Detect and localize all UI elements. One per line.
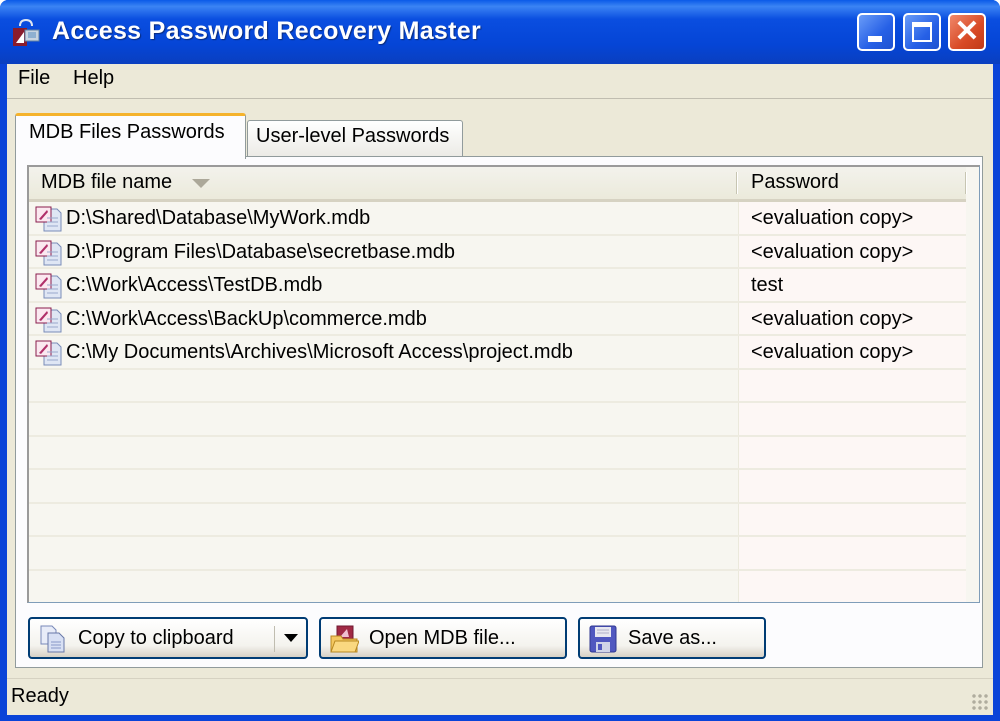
title-bar[interactable]: Access Password Recovery Master ✕: [0, 0, 1000, 64]
tab-user-level-passwords[interactable]: User-level Passwords: [247, 120, 463, 156]
empty-table-row: [29, 570, 966, 602]
status-text: Ready: [11, 685, 69, 707]
password-cell: [739, 570, 966, 602]
table-row[interactable]: C:\Work\Access\BackUp\commerce.mdb <evalu…: [29, 302, 966, 336]
close-button[interactable]: ✕: [948, 13, 986, 51]
sort-descending-icon: [192, 179, 210, 188]
list-header: MDB file name Password: [29, 167, 967, 202]
password-list[interactable]: MDB file name Password D:\Shared\Databas…: [27, 165, 980, 603]
status-bar: Ready: [7, 678, 993, 715]
password-cell: test: [739, 269, 966, 301]
empty-table-row: [29, 369, 966, 403]
password-cell: <evaluation copy>: [739, 302, 966, 334]
menu-file[interactable]: File: [14, 67, 54, 90]
empty-table-row: [29, 436, 966, 470]
split-separator: [274, 626, 275, 652]
password-cell: [739, 537, 966, 569]
empty-table-row: [29, 503, 966, 537]
access-mdb-file-icon: [35, 273, 63, 299]
client-area: File Help MDB Files Passwords User-level…: [7, 64, 993, 715]
dropdown-arrow-icon[interactable]: [284, 634, 298, 642]
minimize-icon: [868, 36, 882, 42]
file-name-cell: [29, 570, 739, 602]
file-name-cell: [29, 503, 739, 535]
table-row[interactable]: D:\Program Files\Database\secretbase.mdb…: [29, 235, 966, 269]
file-name-cell: [29, 470, 739, 502]
close-icon: ✕: [954, 15, 980, 48]
column-resize-handle[interactable]: [736, 172, 738, 194]
file-name-cell: D:\Shared\Database\MyWork.mdb: [29, 202, 739, 234]
password-value: <evaluation copy>: [751, 240, 914, 263]
password-cell: <evaluation copy>: [739, 336, 966, 368]
file-name-cell: [29, 403, 739, 435]
floppy-disk-icon: [589, 625, 617, 653]
copy-to-clipboard-button[interactable]: Copy to clipboard: [28, 617, 308, 659]
password-value: <evaluation copy>: [751, 341, 914, 363]
password-cell: [739, 369, 966, 401]
app-icon: [13, 18, 40, 46]
column-header-file-name[interactable]: MDB file name: [41, 171, 172, 194]
app-window: Access Password Recovery Master ✕ File H…: [0, 0, 1000, 721]
open-folder-icon: [330, 625, 359, 653]
file-path: C:\Work\Access\BackUp\commerce.mdb: [66, 307, 427, 330]
tab-mdb-files-passwords[interactable]: MDB Files Passwords: [15, 113, 246, 159]
table-row[interactable]: C:\Work\Access\TestDB.mdb test: [29, 269, 966, 303]
column-header-password[interactable]: Password: [751, 171, 839, 194]
password-cell: [739, 503, 966, 535]
empty-table-row: [29, 537, 966, 571]
copy-icon: [40, 625, 65, 653]
save-as-button[interactable]: Save as...: [578, 617, 766, 659]
open-mdb-file-button[interactable]: Open MDB file...: [319, 617, 567, 659]
access-mdb-file-icon: [35, 340, 63, 366]
maximize-icon: [912, 22, 932, 42]
file-path: C:\Work\Access\TestDB.mdb: [66, 274, 323, 296]
table-row[interactable]: C:\My Documents\Archives\Microsoft Acces…: [29, 336, 966, 370]
file-name-cell: C:\My Documents\Archives\Microsoft Acces…: [29, 336, 739, 368]
menu-help[interactable]: Help: [69, 67, 118, 90]
password-cell: <evaluation copy>: [739, 202, 966, 234]
file-name-cell: D:\Program Files\Database\secretbase.mdb: [29, 235, 739, 267]
password-cell: <evaluation copy>: [739, 235, 966, 267]
file-name-cell: C:\Work\Access\BackUp\commerce.mdb: [29, 302, 739, 334]
access-mdb-file-icon: [35, 206, 63, 232]
file-path: D:\Program Files\Database\secretbase.mdb: [66, 240, 456, 263]
menu-bar: File Help: [7, 64, 993, 99]
column-resize-handle[interactable]: [965, 172, 967, 194]
file-name-cell: C:\Work\Access\TestDB.mdb: [29, 269, 739, 301]
access-mdb-file-icon: [35, 240, 63, 266]
file-path: C:\My Documents\Archives\Microsoft Acces…: [66, 341, 573, 363]
password-cell: [739, 436, 966, 468]
open-button-label: Open MDB file...: [369, 627, 516, 649]
save-button-label: Save as...: [628, 627, 717, 649]
window-title: Access Password Recovery Master: [52, 17, 481, 45]
password-value: <evaluation copy>: [751, 207, 914, 229]
password-cell: [739, 403, 966, 435]
maximize-button[interactable]: [903, 13, 941, 51]
resize-grip[interactable]: [971, 693, 989, 711]
empty-table-row: [29, 470, 966, 504]
copy-button-label: Copy to clipboard: [78, 627, 234, 649]
list-rows: D:\Shared\Database\MyWork.mdb <evaluation…: [29, 202, 966, 602]
minimize-button[interactable]: [857, 13, 895, 51]
file-name-cell: [29, 436, 739, 468]
file-name-cell: [29, 369, 739, 401]
file-path: D:\Shared\Database\MyWork.mdb: [66, 207, 371, 229]
access-mdb-file-icon: [35, 307, 63, 333]
tab-panel: MDB file name Password D:\Shared\Databas…: [15, 156, 983, 668]
password-cell: [739, 470, 966, 502]
table-row[interactable]: D:\Shared\Database\MyWork.mdb <evaluation…: [29, 202, 966, 236]
password-value: test: [751, 274, 784, 296]
empty-table-row: [29, 403, 966, 437]
file-name-cell: [29, 537, 739, 569]
password-value: <evaluation copy>: [751, 307, 914, 330]
